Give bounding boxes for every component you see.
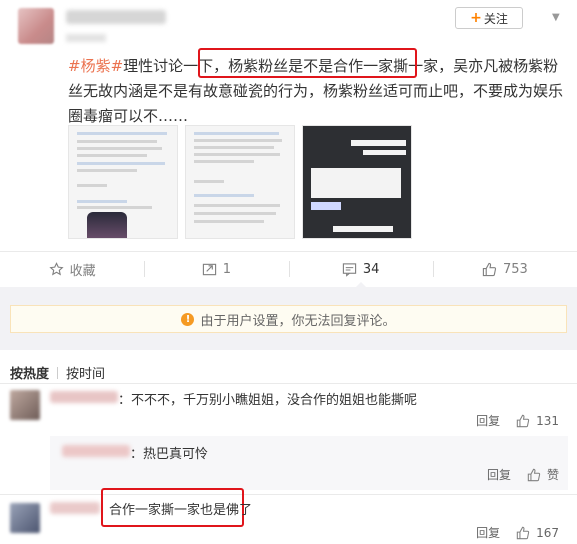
star-icon [49,261,64,275]
reply-button[interactable]: 回复 [487,466,511,483]
reply-like-label: 赞 [546,468,559,482]
highlight-box [198,48,417,78]
commenter-avatar[interactable] [10,503,40,533]
repost-icon [202,263,216,275]
reply-button[interactable]: 回复 [476,524,500,541]
notice-text: 由于用户设置，你无法回复评论。 [200,313,396,329]
reply-button[interactable]: 回复 [476,412,500,429]
comment-like-count: 167 [536,525,559,540]
comment-like-count: 131 [536,413,559,428]
post-meta-blurred [66,34,106,42]
commenter-name-blurred[interactable] [50,391,118,403]
author-avatar[interactable] [18,8,54,44]
repost-count: 1 [222,261,232,277]
weibo-post: + 关注 ▼ #杨紫#理性讨论一下，杨紫粉丝是不是合作一家撕一家，吴亦凡被杨紫粉… [0,0,577,252]
tab-time[interactable]: 按时间 [66,363,105,382]
tab-hot[interactable]: 按热度 [10,363,49,382]
comment-sort-tabs: 按热度 按时间 [10,363,105,382]
post-image-2[interactable] [185,125,295,239]
tab-divider [57,366,59,379]
commenter-name-blurred[interactable] [62,445,130,457]
warning-icon: ! [181,312,195,326]
comment-like-button[interactable]: 167 [516,526,559,540]
topic-tag[interactable]: #杨紫# [68,57,123,75]
thumbs-up-icon [527,468,541,481]
follow-label: 关注 [483,11,508,26]
commenter-avatar[interactable] [10,390,40,420]
favorite-button[interactable]: 收藏 [0,252,144,286]
reply-text: ：热巴真可怜 [130,447,209,462]
reply-like-button[interactable]: 赞 [527,466,559,483]
divider [0,383,577,384]
action-bar: 收藏 1 34 753 [0,252,577,287]
post-image-3[interactable] [302,125,412,239]
comment-text: ：不不不，千万别小瞧姐姐，没合作的姐姐也能撕呢 [118,393,418,408]
like-button[interactable]: 753 [432,252,577,286]
chevron-down-icon[interactable]: ▼ [552,12,560,23]
thumbs-up-icon [516,526,530,539]
author-name-blurred[interactable] [66,10,166,24]
thumbs-up-icon [482,262,497,276]
divider [0,494,577,495]
comment-text: 合作一家撕一家也是佛了 [109,503,253,518]
comment-count: 34 [362,261,380,277]
repost-button[interactable]: 1 [144,252,288,286]
comment-like-button[interactable]: 131 [516,414,559,428]
comment-button[interactable]: 34 [288,252,433,287]
post-image-1[interactable] [68,125,178,239]
commenter-name-blurred[interactable] [50,502,100,514]
comment-actions: 回复 167 [476,524,559,541]
like-count: 753 [502,261,528,277]
favorite-label: 收藏 [69,263,96,279]
reply-disabled-notice: ! 由于用户设置，你无法回复评论。 [10,305,567,333]
follow-button[interactable]: + 关注 [455,7,523,29]
comment-icon [342,262,356,277]
reply-actions: 回复 赞 [487,466,559,483]
comment-actions: 回复 131 [476,412,559,429]
plus-icon: + [470,10,482,26]
thumbs-up-icon [516,414,530,427]
post-images [68,125,413,240]
